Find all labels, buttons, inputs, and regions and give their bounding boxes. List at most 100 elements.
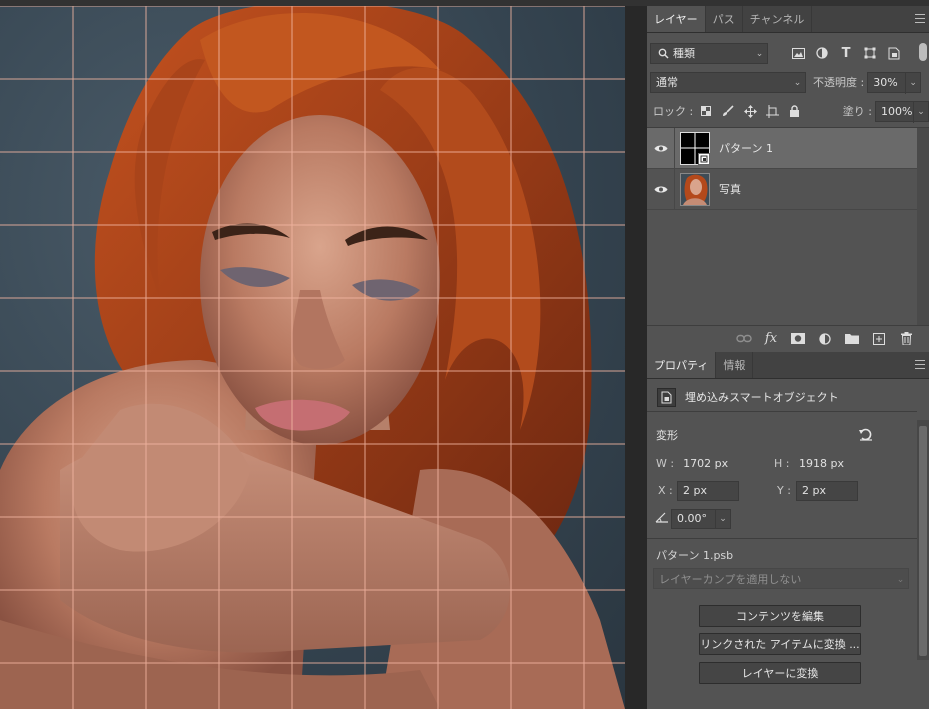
layer-comp-value: レイヤーカンプを適用しない bbox=[659, 572, 802, 586]
lock-artboard-icon[interactable] bbox=[763, 102, 781, 120]
adjustment-filter-icon[interactable] bbox=[813, 44, 831, 62]
lock-fill-row: ロック : 塗り : 100% ⌄ bbox=[647, 99, 929, 123]
object-type-label: 埋め込みスマートオブジェクト bbox=[685, 391, 839, 404]
layer-list-scrollbar[interactable] bbox=[917, 128, 929, 326]
reset-icon[interactable] bbox=[859, 428, 873, 444]
document-canvas[interactable] bbox=[0, 0, 625, 709]
filter-toggle-icon[interactable] bbox=[919, 43, 927, 61]
blend-opacity-row: 通常 ⌄ 不透明度 : 30% ⌄ bbox=[647, 70, 929, 94]
x-input[interactable]: 2 px bbox=[677, 480, 739, 501]
x-value: 2 px bbox=[683, 484, 707, 497]
width-value: 1702 px bbox=[683, 456, 729, 470]
lock-label: ロック : bbox=[653, 105, 694, 118]
folder-icon[interactable] bbox=[843, 330, 861, 348]
opacity-input[interactable]: 30% ⌄ bbox=[867, 71, 922, 94]
x-label: X : bbox=[658, 484, 673, 497]
blend-mode-value: 通常 bbox=[656, 76, 678, 89]
canvas-frame-edge bbox=[625, 0, 647, 709]
smart-object-badge-icon bbox=[698, 152, 710, 165]
width-label: W : bbox=[656, 456, 675, 470]
opacity-value: 30% bbox=[873, 75, 898, 89]
scrollbar-thumb[interactable] bbox=[919, 426, 927, 656]
height-value: 1918 px bbox=[799, 456, 844, 470]
opacity-label: 不透明度 : bbox=[813, 76, 865, 89]
angle-dropdown[interactable]: ⌄ bbox=[715, 508, 731, 529]
divider bbox=[647, 411, 917, 412]
blend-mode-select[interactable]: 通常 ⌄ bbox=[650, 71, 806, 93]
eye-icon[interactable] bbox=[647, 127, 675, 169]
smart-object-filter-icon[interactable] bbox=[885, 44, 903, 62]
layer-thumbnail-photo bbox=[680, 172, 710, 206]
y-label: Y : bbox=[777, 484, 791, 497]
new-layer-icon[interactable] bbox=[870, 330, 888, 348]
filter-icons: T bbox=[789, 44, 903, 62]
link-icon[interactable] bbox=[735, 330, 753, 348]
fx-icon[interactable]: fx bbox=[762, 330, 780, 348]
eye-icon[interactable] bbox=[647, 168, 675, 210]
panel-menu-icon[interactable] bbox=[915, 14, 925, 23]
search-icon bbox=[656, 44, 670, 62]
transform-title: 変形 bbox=[656, 429, 678, 442]
tab-layers[interactable]: レイヤー bbox=[647, 6, 706, 32]
canvas-artwork bbox=[0, 0, 625, 709]
tab-channels[interactable]: チャンネル bbox=[743, 6, 813, 32]
chevron-down-icon: ⌄ bbox=[896, 574, 905, 585]
tab-paths[interactable]: パス bbox=[706, 6, 743, 32]
image-filter-icon[interactable] bbox=[789, 44, 807, 62]
properties-panel-tabs: プロパティ 情報 bbox=[647, 352, 929, 379]
chevron-down-icon: ⌄ bbox=[719, 513, 727, 524]
adjustment-icon[interactable] bbox=[816, 330, 834, 348]
layer-filter-row: 種類 ⌄ T bbox=[647, 41, 929, 65]
layer-name-pattern[interactable]: パターン 1 bbox=[719, 140, 773, 156]
convert-to-layers-button[interactable]: レイヤーに変換 bbox=[699, 662, 861, 684]
position-row: X : 2 px Y : 2 px bbox=[647, 480, 929, 501]
layer-list: パターン 1 写真 bbox=[647, 127, 929, 326]
lock-paint-icon[interactable] bbox=[719, 102, 737, 120]
angle-value: 0.00° bbox=[677, 512, 707, 525]
divider bbox=[647, 538, 917, 539]
trash-icon[interactable] bbox=[897, 330, 915, 348]
lock-transparent-icon[interactable] bbox=[697, 102, 715, 120]
properties-content: 埋め込みスマートオブジェクト 変形 W : 1702 px H : 1918 p… bbox=[647, 380, 929, 709]
fill-input[interactable]: 100% ⌄ bbox=[875, 100, 929, 123]
lock-all-icon[interactable] bbox=[785, 102, 803, 120]
convert-to-linked-button[interactable]: リンクされた アイテムに変換 ... bbox=[699, 633, 861, 655]
filter-kind-label: 種類 bbox=[673, 47, 695, 60]
properties-scrollbar[interactable] bbox=[917, 420, 929, 660]
tab-properties[interactable]: プロパティ bbox=[647, 352, 717, 378]
angle-icon bbox=[655, 512, 669, 526]
filter-kind-select[interactable]: 種類 ⌄ bbox=[650, 42, 768, 64]
layer-comp-select[interactable]: レイヤーカンプを適用しない ⌄ bbox=[653, 568, 909, 589]
layers-panel-tabs: レイヤー パス チャンネル bbox=[647, 6, 929, 33]
object-type-row: 埋め込みスマートオブジェクト bbox=[647, 386, 929, 408]
shape-filter-icon[interactable] bbox=[861, 44, 879, 62]
type-filter-icon[interactable]: T bbox=[837, 44, 855, 62]
chevron-down-icon: ⌄ bbox=[793, 78, 802, 88]
panel-menu-icon[interactable] bbox=[915, 360, 925, 369]
height-label: H : bbox=[774, 456, 790, 470]
edit-contents-button[interactable]: コンテンツを編集 bbox=[699, 605, 861, 627]
right-panel-dock: レイヤー パス チャンネル 種類 ⌄ T 通常 ⌄ 不透明度: 30% ⌄ ロ… bbox=[647, 6, 929, 709]
y-input[interactable]: 2 px bbox=[796, 480, 858, 501]
lock-move-icon[interactable] bbox=[741, 102, 759, 120]
file-name: パターン 1.psb bbox=[656, 549, 734, 562]
layers-footer: fx bbox=[647, 325, 929, 351]
chevron-down-icon[interactable]: ⌄ bbox=[913, 101, 928, 123]
size-row: W : 1702 px H : 1918 px bbox=[647, 454, 929, 472]
file-name-row: パターン 1.psb bbox=[647, 546, 929, 564]
layer-comp-row: レイヤーカンプを適用しない ⌄ bbox=[647, 568, 929, 589]
mask-icon[interactable] bbox=[789, 330, 807, 348]
tab-info[interactable]: 情報 bbox=[716, 352, 754, 378]
layer-name-photo[interactable]: 写真 bbox=[719, 181, 741, 197]
fill-value: 100% bbox=[881, 104, 913, 118]
fill-label: 塗り : bbox=[842, 105, 872, 118]
angle-row: 0.00° ⌄ bbox=[647, 508, 929, 529]
transform-header: 変形 bbox=[647, 426, 929, 444]
chevron-down-icon: ⌄ bbox=[755, 49, 764, 59]
layer-row-pattern[interactable]: パターン 1 bbox=[647, 127, 917, 169]
chevron-down-icon[interactable]: ⌄ bbox=[905, 72, 920, 94]
smart-object-icon bbox=[657, 387, 676, 407]
layer-row-photo[interactable]: 写真 bbox=[647, 168, 917, 210]
layer-thumbnail-pattern bbox=[680, 131, 710, 165]
y-value: 2 px bbox=[802, 484, 826, 497]
